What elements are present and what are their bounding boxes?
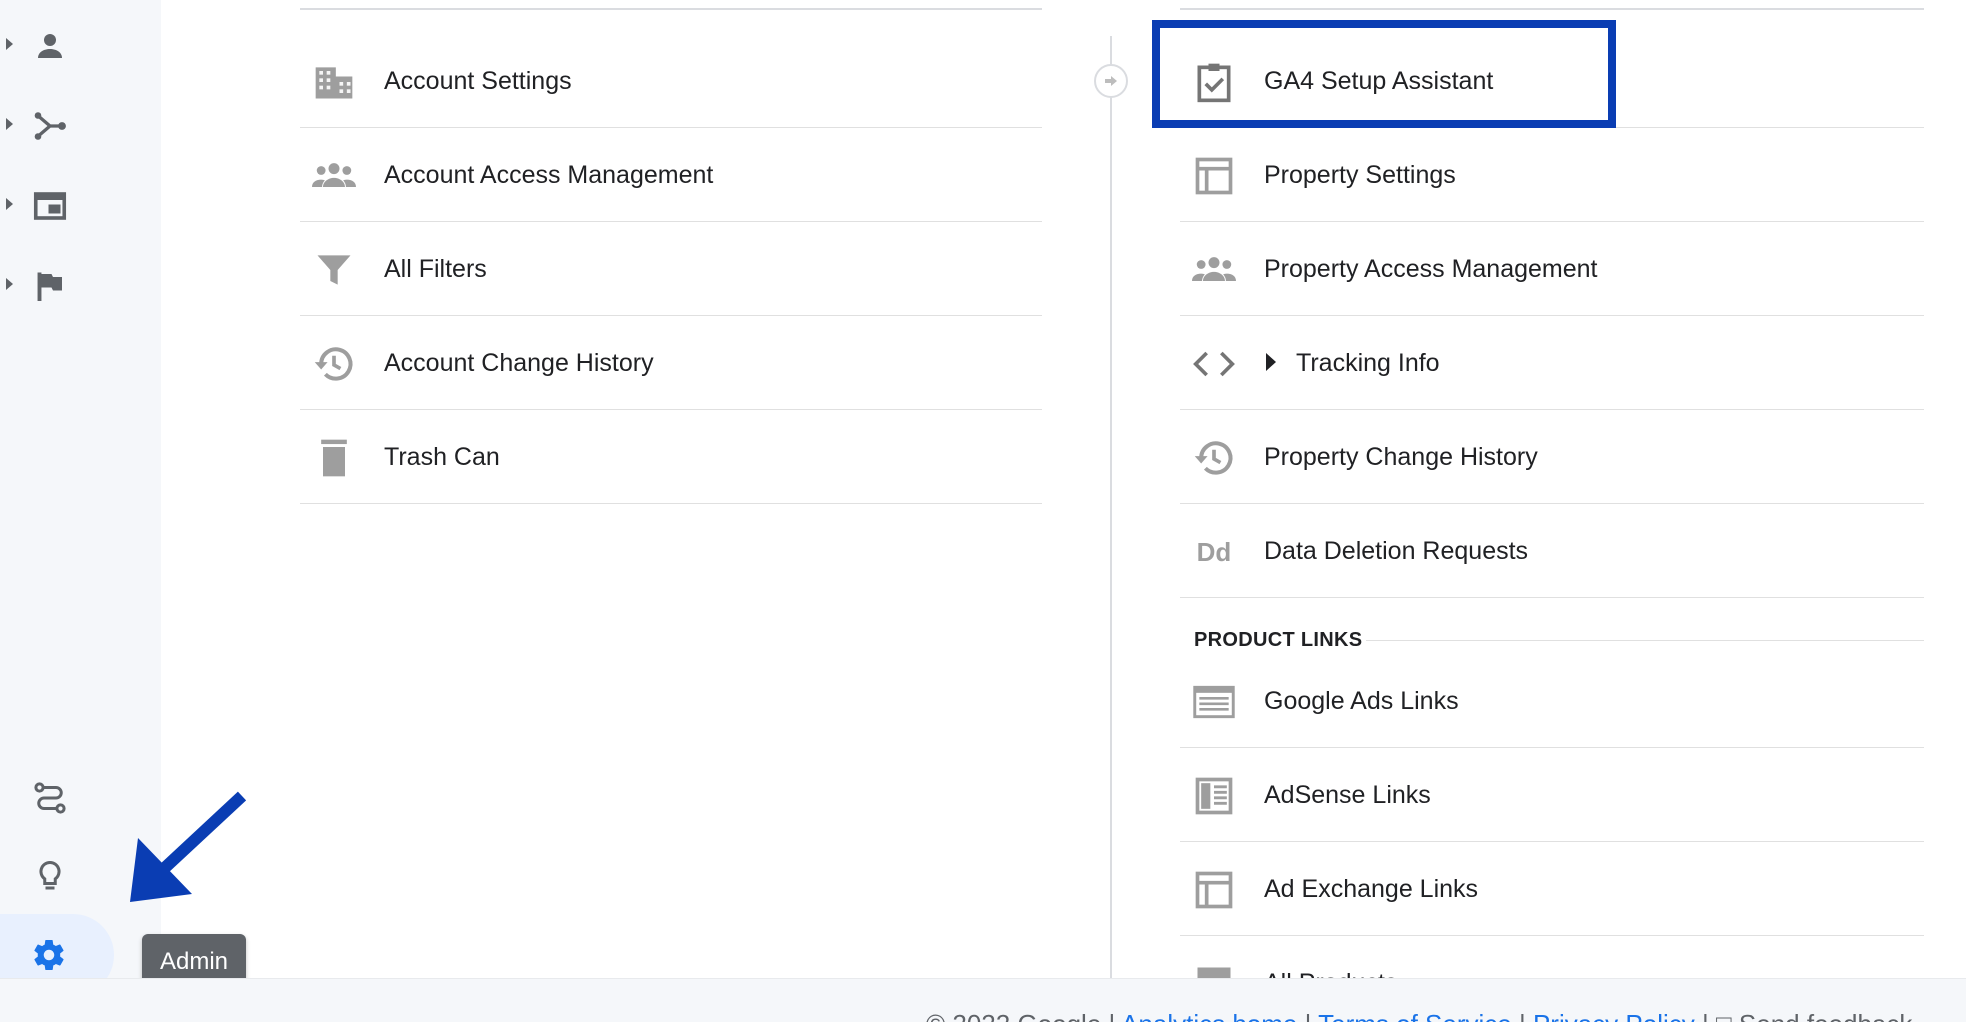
filter-icon	[317, 255, 351, 285]
menu-item-adsense-links[interactable]: AdSense Links	[1180, 748, 1924, 842]
expand-caret-icon	[6, 278, 13, 290]
people-icon	[312, 163, 356, 187]
expand-caret-icon	[6, 38, 13, 50]
menu-item-ad-exchange-links[interactable]: Ad Exchange Links	[1180, 842, 1924, 936]
menu-item-account-access[interactable]: Account Access Management	[300, 128, 1042, 222]
ga-admin-page: Admin Account Settings Account Access Ma…	[0, 0, 1966, 1022]
menu-item-property-change-history[interactable]: Property Change History	[1180, 410, 1924, 504]
footer-link-privacy[interactable]: Privacy Policy	[1533, 1009, 1695, 1022]
menu-item-all-filters[interactable]: All Filters	[300, 222, 1042, 316]
menu-item-label: Property Access Management	[1264, 255, 1598, 283]
rail-item-customization[interactable]	[0, 756, 110, 836]
trash-icon	[321, 439, 347, 477]
column-connector-knob	[1094, 64, 1128, 98]
menu-item-label: All Filters	[384, 255, 487, 283]
menu-item-label: Account Settings	[384, 67, 572, 95]
page-footer: © 2022 Google | Analytics home | Terms o…	[0, 978, 1966, 1022]
building-icon	[315, 67, 353, 99]
menu-item-label: Property Settings	[1264, 161, 1456, 189]
menu-item-label: Trash Can	[384, 443, 500, 471]
expand-caret-icon	[6, 118, 13, 130]
footer-link-feedback[interactable]: Send feedback	[1739, 1009, 1912, 1022]
expand-caret-icon	[6, 198, 13, 210]
section-divider	[1366, 640, 1924, 641]
footer-separator: |	[1512, 1009, 1533, 1022]
route-icon	[34, 782, 66, 814]
fork-icon	[34, 112, 66, 140]
expand-caret-icon[interactable]	[1266, 353, 1276, 371]
history-icon	[1194, 441, 1233, 475]
menu-item-property-settings[interactable]: Property Settings	[1180, 128, 1924, 222]
browser-window-icon	[33, 192, 67, 220]
flag-icon	[37, 272, 62, 301]
menu-item-label: Google Ads Links	[1264, 687, 1459, 715]
person-icon	[38, 34, 62, 58]
annotation-arrow	[130, 791, 246, 902]
feedback-icon: □	[1716, 1009, 1732, 1022]
menu-item-trash-can[interactable]: Trash Can	[300, 410, 1042, 504]
menu-item-label: Account Change History	[384, 349, 654, 377]
rail-item-behavior[interactable]	[0, 164, 110, 244]
menu-item-label: Property Change History	[1264, 443, 1538, 471]
footer-link-terms[interactable]: Terms of Service	[1318, 1009, 1512, 1022]
arrow-right-icon	[1105, 76, 1117, 86]
footer-text: © 2022 Google | Analytics home | Terms o…	[926, 1009, 1912, 1022]
menu-item-property-access[interactable]: Property Access Management	[1180, 222, 1924, 316]
rail-item-conversions[interactable]	[0, 244, 110, 324]
menu-item-label: Ad Exchange Links	[1264, 875, 1479, 903]
dd-icon: Dd	[1196, 537, 1232, 567]
rail-item-discover[interactable]	[0, 834, 110, 914]
footer-separator: |	[1297, 1009, 1318, 1022]
column-top-divider	[1180, 8, 1924, 10]
layout-icon	[1195, 157, 1233, 195]
menu-item-google-ads-links[interactable]: Google Ads Links	[1180, 654, 1924, 748]
menu-item-label: Tracking Info	[1296, 349, 1440, 377]
rail-item-acquisition[interactable]	[0, 84, 110, 164]
menu-item-label: Data Deletion Requests	[1264, 537, 1529, 565]
footer-link-analytics-home[interactable]: Analytics home	[1121, 1009, 1297, 1022]
menu-item-label: Account Access Management	[384, 161, 714, 189]
lightbulb-icon	[39, 860, 61, 890]
menu-item-label: AdSense Links	[1264, 781, 1431, 809]
gear-icon	[34, 940, 64, 971]
menu-item-data-deletion[interactable]: Dd Data Deletion Requests	[1180, 504, 1924, 598]
footer-copyright: © 2022 Google	[926, 1009, 1101, 1022]
menu-item-account-change-history[interactable]: Account Change History	[300, 316, 1042, 410]
footer-separator: |	[1695, 1009, 1716, 1022]
footer-separator: |	[1101, 1009, 1121, 1022]
code-icon	[1193, 351, 1235, 377]
layout-icon	[1195, 871, 1233, 909]
adsense-icon	[1195, 777, 1233, 815]
menu-item-account-settings[interactable]: Account Settings	[300, 34, 1042, 128]
rail-item-home[interactable]	[0, 4, 110, 84]
highlight-annotation-box	[1152, 20, 1616, 128]
history-icon	[314, 347, 353, 381]
menu-item-tracking-info[interactable]: Tracking Info	[1180, 316, 1924, 410]
column-top-divider	[300, 8, 1042, 10]
ads-icon	[1193, 685, 1235, 719]
column-divider	[1110, 36, 1112, 980]
people-icon	[1192, 257, 1236, 281]
